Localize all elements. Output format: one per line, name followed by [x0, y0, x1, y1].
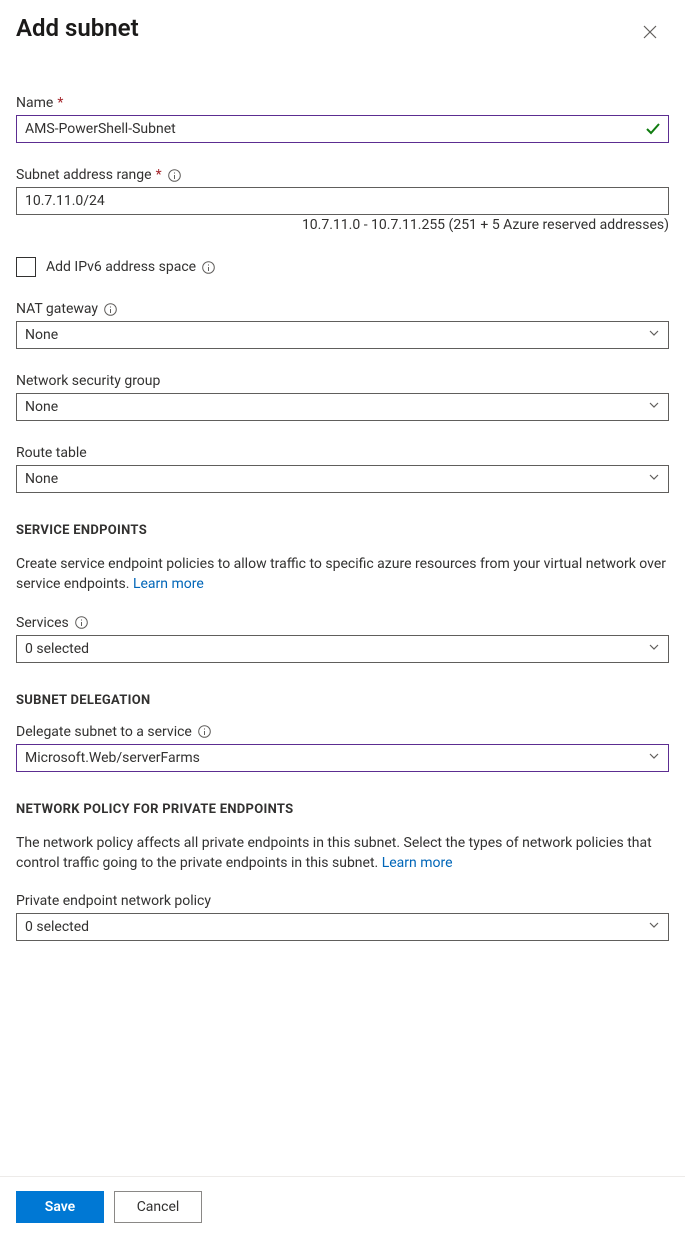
footer: Save Cancel	[0, 1176, 685, 1237]
required-asterisk: *	[57, 95, 63, 111]
subnet-range-label-text: Subnet address range	[16, 167, 152, 183]
route-table-value: None	[25, 471, 58, 487]
chevron-down-icon	[648, 471, 660, 487]
network-policy-heading: NETWORK POLICY FOR PRIVATE ENDPOINTS	[16, 802, 669, 817]
info-icon[interactable]	[202, 261, 215, 274]
check-icon	[645, 121, 661, 137]
subnet-range-input[interactable]	[16, 187, 669, 215]
page-title: Add subnet	[16, 14, 139, 42]
delegate-subnet-label-text: Delegate subnet to a service	[16, 724, 192, 740]
chevron-down-icon	[648, 641, 660, 657]
network-policy-desc-text: The network policy affects all private e…	[16, 835, 652, 871]
name-label-text: Name	[16, 95, 53, 111]
cancel-button[interactable]: Cancel	[114, 1191, 202, 1223]
service-endpoints-learn-more-link[interactable]: Learn more	[133, 576, 204, 592]
save-button[interactable]: Save	[16, 1191, 104, 1223]
private-endpoint-policy-label: Private endpoint network policy	[16, 893, 669, 909]
private-endpoint-policy-select[interactable]: 0 selected	[16, 913, 669, 941]
network-policy-description: The network policy affects all private e…	[16, 833, 669, 874]
info-icon[interactable]	[168, 169, 181, 182]
nat-gateway-label-text: NAT gateway	[16, 301, 98, 317]
chevron-down-icon	[648, 399, 660, 415]
service-endpoints-desc-text: Create service endpoint policies to allo…	[16, 556, 666, 592]
ipv6-checkbox[interactable]	[16, 257, 36, 277]
nsg-label: Network security group	[16, 373, 669, 389]
nsg-value: None	[25, 399, 58, 415]
route-table-select[interactable]: None	[16, 465, 669, 493]
info-icon[interactable]	[198, 725, 211, 738]
info-icon[interactable]	[75, 616, 88, 629]
chevron-down-icon	[648, 327, 660, 343]
name-label: Name *	[16, 95, 669, 111]
network-policy-learn-more-link[interactable]: Learn more	[382, 855, 453, 871]
close-button[interactable]	[639, 20, 661, 47]
service-endpoints-heading: SERVICE ENDPOINTS	[16, 523, 669, 538]
close-icon	[643, 24, 657, 43]
chevron-down-icon	[648, 750, 660, 766]
info-icon[interactable]	[104, 303, 117, 316]
subnet-range-hint: 10.7.11.0 - 10.7.11.255 (251 + 5 Azure r…	[16, 217, 669, 233]
services-label-text: Services	[16, 615, 69, 631]
private-endpoint-policy-label-text: Private endpoint network policy	[16, 893, 211, 909]
chevron-down-icon	[648, 919, 660, 935]
route-table-label: Route table	[16, 445, 669, 461]
nat-gateway-select[interactable]: None	[16, 321, 669, 349]
delegate-subnet-value: Microsoft.Web/serverFarms	[25, 750, 200, 766]
private-endpoint-policy-value: 0 selected	[25, 919, 89, 935]
name-input[interactable]	[16, 115, 669, 143]
delegate-subnet-label: Delegate subnet to a service	[16, 724, 669, 740]
nat-gateway-label: NAT gateway	[16, 301, 669, 317]
required-asterisk: *	[156, 167, 162, 183]
nsg-select[interactable]: None	[16, 393, 669, 421]
subnet-delegation-heading: SUBNET DELEGATION	[16, 693, 669, 708]
service-endpoints-description: Create service endpoint policies to allo…	[16, 554, 669, 595]
route-table-label-text: Route table	[16, 445, 87, 461]
subnet-range-label: Subnet address range *	[16, 167, 669, 183]
services-label: Services	[16, 615, 669, 631]
nat-gateway-value: None	[25, 327, 58, 343]
ipv6-checkbox-label: Add IPv6 address space	[46, 259, 196, 275]
delegate-subnet-select[interactable]: Microsoft.Web/serverFarms	[16, 744, 669, 772]
nsg-label-text: Network security group	[16, 373, 160, 389]
services-value: 0 selected	[25, 641, 89, 657]
services-select[interactable]: 0 selected	[16, 635, 669, 663]
